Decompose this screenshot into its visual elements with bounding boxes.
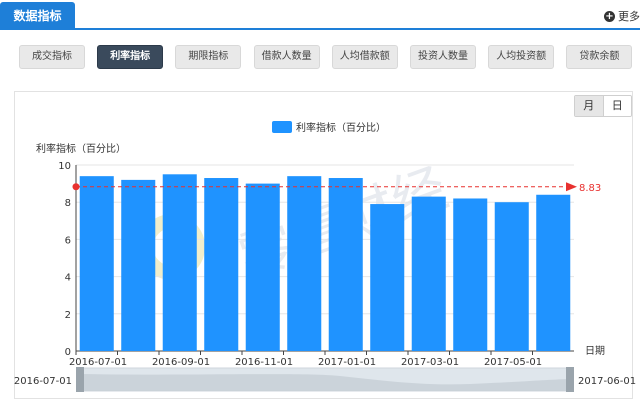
metric-tab[interactable]: 利率指标: [97, 45, 164, 69]
metric-tab[interactable]: 投资人数量: [410, 45, 476, 69]
plus-circle-icon: +: [604, 10, 615, 22]
chart-panel: [14, 91, 633, 399]
metric-tab[interactable]: 人均投资额: [488, 45, 555, 69]
metric-tab[interactable]: 人均借款额: [331, 45, 398, 69]
metric-tab[interactable]: 贷款余额: [566, 45, 633, 69]
period-month-button[interactable]: 月: [575, 96, 603, 116]
period-day-button[interactable]: 日: [602, 96, 631, 116]
data-metrics-tab[interactable]: 数据指标: [0, 2, 75, 30]
metric-tab[interactable]: 借款人数量: [253, 45, 320, 69]
more-link[interactable]: + 更多: [604, 8, 640, 24]
metric-tabs: 成交指标 利率指标 期限指标 借款人数量 人均借款额 投资人数量 人均投资额 贷款余额: [19, 45, 633, 69]
period-toggle: 月 日: [574, 95, 632, 117]
header-bar: 数据指标 + 更多: [0, 0, 640, 30]
metric-tab[interactable]: 成交指标: [19, 45, 85, 69]
more-label: 更多: [618, 10, 640, 23]
metric-tab[interactable]: 期限指标: [175, 45, 242, 69]
